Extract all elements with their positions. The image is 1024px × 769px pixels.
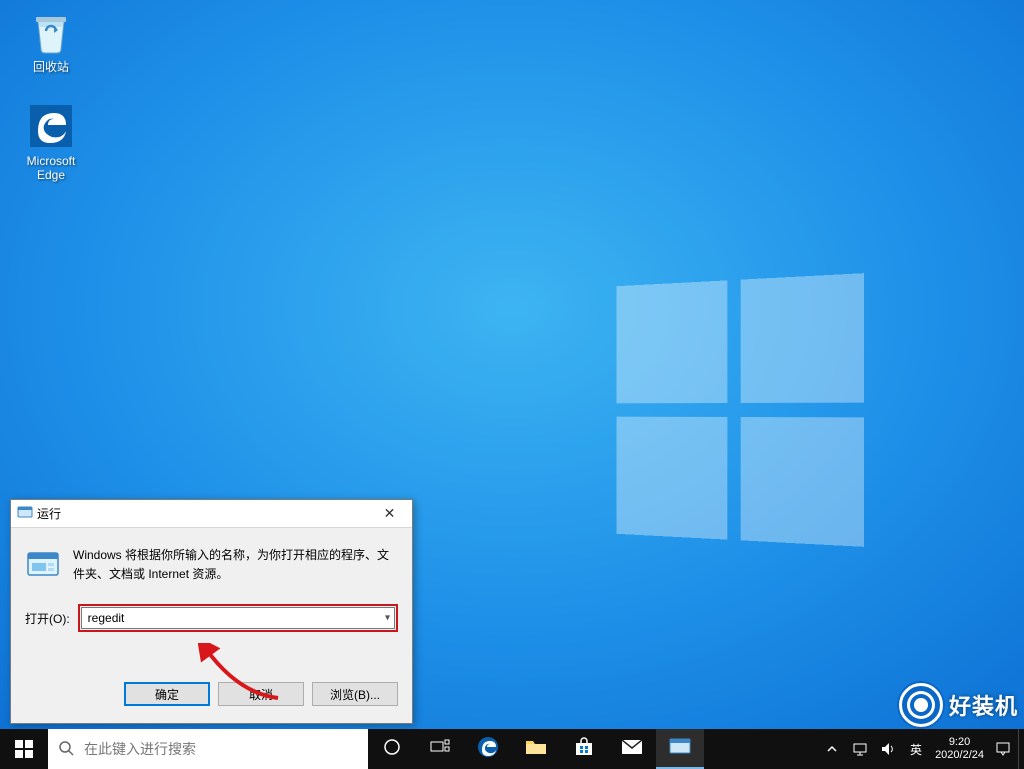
start-button[interactable] (0, 729, 48, 769)
close-icon: ✕ (384, 505, 396, 522)
cancel-button[interactable]: 取消 (218, 682, 304, 706)
watermark-text: 好装机 (949, 689, 1018, 721)
search-icon (58, 740, 74, 759)
tray-clock[interactable]: 9:20 2020/2/24 (935, 736, 984, 761)
tray-date: 2020/2/24 (935, 749, 984, 762)
desktop-icon-recycle-bin[interactable]: 回收站 (14, 8, 88, 74)
chevron-down-icon[interactable]: ▾ (385, 613, 390, 624)
tray-chevron-up-icon[interactable] (823, 743, 841, 755)
run-input-highlight: regedit ▾ (78, 604, 398, 632)
taskbar-app-edge[interactable] (464, 729, 512, 769)
desktop-icon-edge[interactable]: Microsoft Edge (14, 102, 88, 183)
tray-time: 9:20 (935, 736, 984, 749)
watermark-logo-icon (899, 683, 943, 727)
windows-icon (15, 740, 33, 758)
tray-volume-icon[interactable] (879, 742, 897, 756)
cortana-icon (383, 738, 401, 761)
run-open-combobox[interactable]: regedit ▾ (81, 607, 395, 629)
show-desktop-button[interactable] (1018, 729, 1024, 769)
taskbar-app-run[interactable] (656, 729, 704, 769)
watermark: 好装机 (899, 683, 1018, 727)
edge-icon (27, 102, 75, 150)
ok-button[interactable]: 确定 (124, 682, 210, 706)
tray-notifications-icon[interactable] (994, 741, 1012, 757)
run-title-icon (17, 504, 33, 523)
run-open-label: 打开(O): (25, 610, 70, 627)
taskbar: 在此键入进行搜索 英 9:20 2020/2/24 (0, 729, 1024, 769)
search-placeholder: 在此键入进行搜索 (84, 739, 196, 759)
run-titlebar[interactable]: 运行 ✕ (11, 500, 412, 528)
edge-icon (477, 736, 499, 763)
task-view-button[interactable] (416, 729, 464, 769)
close-button[interactable]: ✕ (367, 500, 412, 528)
run-title: 运行 (33, 505, 367, 522)
taskbar-app-explorer[interactable] (512, 729, 560, 769)
desktop-icon-label: 回收站 (14, 60, 88, 74)
run-icon (669, 737, 691, 760)
browse-button[interactable]: 浏览(B)... (312, 682, 398, 706)
desktop-icon-label: Microsoft Edge (14, 154, 88, 183)
mail-icon (621, 739, 643, 760)
tray-ime[interactable]: 英 (907, 741, 925, 758)
cortana-button[interactable] (368, 729, 416, 769)
task-view-icon (430, 739, 450, 760)
folder-icon (525, 738, 547, 761)
system-tray: 英 9:20 2020/2/24 (813, 729, 1018, 769)
taskbar-search[interactable]: 在此键入进行搜索 (48, 729, 368, 769)
run-dialog: 运行 ✕ Windows 将根据你所输入的名称，为你打开相应的程序、文件夹、文档… (10, 499, 413, 724)
run-description: Windows 将根据你所输入的名称，为你打开相应的程序、文件夹、文档或 Int… (73, 546, 398, 584)
tray-network-icon[interactable] (851, 742, 869, 756)
store-icon (574, 737, 594, 762)
recycle-bin-icon (27, 8, 75, 56)
windows-logo-background (616, 273, 864, 547)
taskbar-app-store[interactable] (560, 729, 608, 769)
taskbar-app-mail[interactable] (608, 729, 656, 769)
run-app-icon (25, 546, 61, 582)
run-input-value: regedit (88, 611, 125, 625)
